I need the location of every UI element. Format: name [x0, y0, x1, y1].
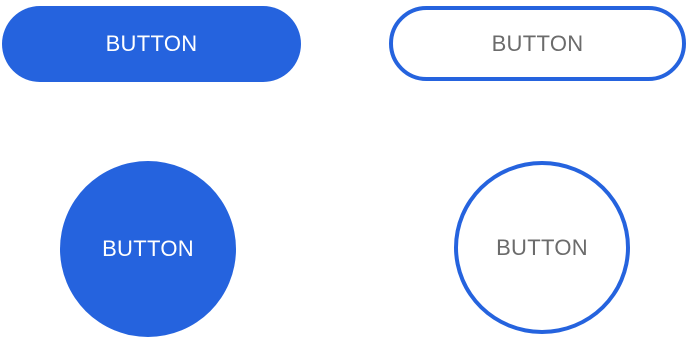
pill-filled-button[interactable]: BUTTON	[2, 6, 301, 82]
circle-outlined-button[interactable]: BUTTON	[454, 161, 630, 334]
circle-outlined-button-label: BUTTON	[496, 234, 588, 260]
pill-outlined-button-label: BUTTON	[491, 30, 584, 56]
pill-outlined-button[interactable]: BUTTON	[389, 6, 686, 81]
pill-filled-button-label: BUTTON	[105, 31, 198, 56]
circle-filled-button-label: BUTTON	[102, 236, 194, 261]
circle-filled-button[interactable]: BUTTON	[60, 161, 236, 337]
